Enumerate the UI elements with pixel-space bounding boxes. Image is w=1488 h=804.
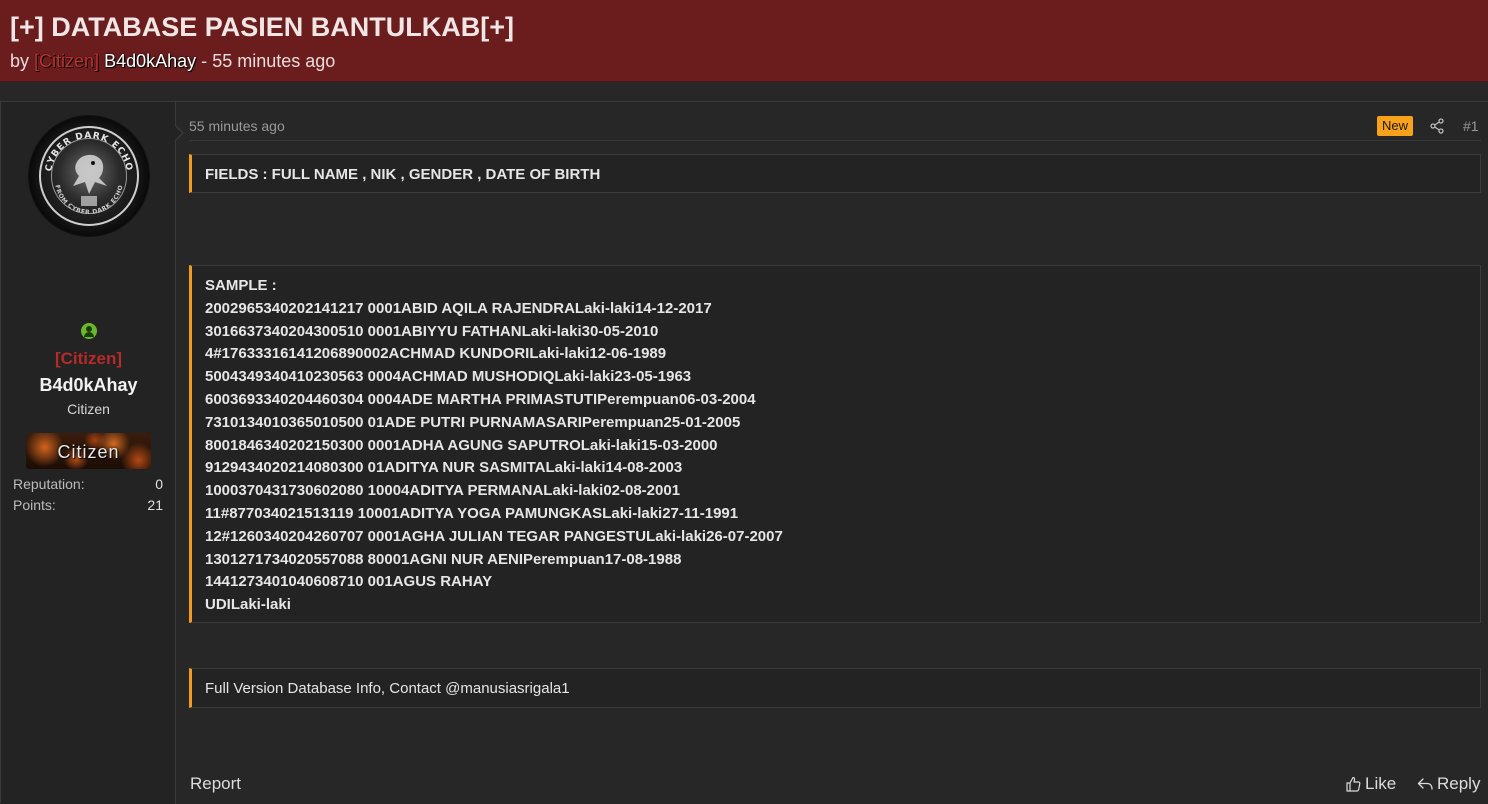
sample-line: 9129434020214080300 01ADITYA NUR SASMITA… <box>205 459 683 477</box>
stat-value: 21 <box>147 497 163 513</box>
sample-line: 1441273401040608710 001AGUS RAHAY <box>205 573 493 591</box>
stat-label: Reputation: <box>13 476 85 492</box>
fields-text: FIELDS : FULL NAME , NIK , GENDER , DATE… <box>205 166 601 183</box>
svg-text:CYBER DARK ECHO: CYBER DARK ECHO <box>44 131 134 172</box>
sample-line: 11#877034021513119 10001ADITYA YOGA PAMU… <box>205 504 739 522</box>
thread-header: [+] DATABASE PASIEN BANTULKAB[+] by [Cit… <box>0 0 1488 82</box>
sample-line: 1000370431730602080 10004ADITYA PERMANAL… <box>205 482 681 500</box>
sample-line: 6003693340204460304 0004ADE MARTHA PRIMA… <box>205 390 756 408</box>
sample-line: 2002965340202141217 0001ABID AQILA RAJEN… <box>205 299 712 317</box>
sample-line: 12#1260340204260707 0001AGHA JULIAN TEGA… <box>205 527 783 545</box>
share-icon[interactable] <box>1429 118 1445 139</box>
post-number-link[interactable]: #1 <box>1463 118 1479 134</box>
sample-line: 5004349340410230563 0004ACHMAD MUSHODIQL… <box>205 368 692 386</box>
sample-line: 8001846340202150300 0001ADHA AGUNG SAPUT… <box>205 436 718 454</box>
thread-title: [+] DATABASE PASIEN BANTULKAB[+] <box>10 12 514 42</box>
user-banner-text: Citizen <box>57 442 120 462</box>
reply-label: Reply <box>1437 774 1481 793</box>
user-title: Citizen <box>67 401 110 417</box>
user-banner: Citizen <box>26 433 151 469</box>
attribution-divider <box>189 140 1481 141</box>
user-name-link[interactable]: B4d0kAhay <box>1 375 176 396</box>
report-link[interactable]: Report <box>190 774 241 794</box>
stat-reputation: Reputation: 0 <box>13 476 163 492</box>
post-user-cell: CYBER DARK ECHO FROM CYBER DARK ECHO [Ci… <box>1 102 184 804</box>
contact-text: Full Version Database Info, Contact @man… <box>205 680 570 697</box>
meta-separator: - <box>201 51 208 71</box>
reply-button[interactable]: Reply <box>1417 774 1480 794</box>
post-message-cell: 55 minutes ago New #1 FIELDS : FULL NAME… <box>189 102 1481 804</box>
author-username-link[interactable]: B4d0kAhay <box>104 51 196 71</box>
sample-line: 3016637340204300510 0001ABIYYU FATHANLak… <box>205 322 659 340</box>
stat-label: Points: <box>13 497 56 513</box>
sample-line: 4#17633316141206890002ACHMAD KUNDORILaki… <box>205 345 667 363</box>
sample-line: 1301271734020557088 80001AGNI NUR AENIPe… <box>205 550 682 568</box>
author-rank-tag[interactable]: [Citizen] <box>34 51 99 71</box>
sample-quote-block: SAMPLE : 2002965340202141217 0001ABID AQ… <box>189 265 1481 623</box>
svg-text:FROM CYBER DARK ECHO: FROM CYBER DARK ECHO <box>53 184 124 216</box>
fields-quote-block: FIELDS : FULL NAME , NIK , GENDER , DATE… <box>189 154 1481 193</box>
contact-quote-block: Full Version Database Info, Contact @man… <box>189 668 1481 708</box>
sample-line: 7310134010365010500 01ADE PUTRI PURNAMAS… <box>205 413 741 431</box>
sample-line: SAMPLE : <box>205 277 277 294</box>
stat-points: Points: 21 <box>13 497 163 513</box>
new-badge: New <box>1377 116 1414 136</box>
online-status-icon <box>78 320 100 342</box>
like-label: Like <box>1365 774 1397 793</box>
thread-meta: by [Citizen] B4d0kAhay - 55 minutes ago <box>10 51 335 72</box>
avatar-lettering: CYBER DARK ECHO FROM CYBER DARK ECHO <box>44 131 134 216</box>
avatar[interactable]: CYBER DARK ECHO FROM CYBER DARK ECHO <box>29 116 149 236</box>
by-label: by <box>10 51 30 71</box>
sample-line: UDILaki-laki <box>205 596 291 614</box>
post-1: CYBER DARK ECHO FROM CYBER DARK ECHO [Ci… <box>0 101 1488 804</box>
like-button[interactable]: Like <box>1345 774 1396 794</box>
user-rank-tag: [Citizen] <box>54 349 123 368</box>
post-date-link[interactable]: 55 minutes ago <box>189 118 285 134</box>
user-cell-arrow <box>174 124 184 142</box>
thumbs-up-icon <box>1346 776 1361 792</box>
reply-arrow-icon <box>1417 778 1433 790</box>
stat-value: 0 <box>155 476 163 492</box>
thread-date[interactable]: 55 minutes ago <box>212 51 335 71</box>
